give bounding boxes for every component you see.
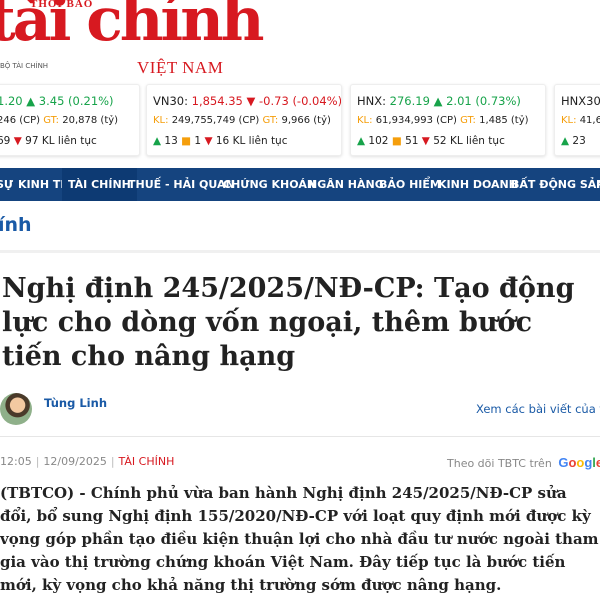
nav-item-thoi-su[interactable]: SỰ [0,168,13,201]
ticker-card-hnx30[interactable]: HNX30 KL: 41,69 ▲ 23 [554,84,600,156]
ticker-suffix: KL liên tục [449,135,505,147]
ticker-kl: 246 (CP) [0,115,41,126]
ticker-kl-label: KL: [357,115,373,126]
ticker-flat-count: 51 [405,135,419,147]
meta-separator: | [35,455,40,468]
arrow-up-icon: ▲ [561,135,570,147]
logo-ministry: BỘ TÀI CHÍNH [0,62,49,70]
ticker-up-count: 102 [368,135,389,147]
meta-separator: | [110,455,115,468]
ticker-name: HNX: [357,94,387,108]
arrow-up-icon: ▲ [153,135,162,147]
ticker-kl: 61,934,993 (CP) [375,115,457,126]
ticker-gt-label: GT: [262,115,279,126]
ticker-up-count: 13 [164,135,178,147]
nav-item-ngan-hang[interactable]: NGÂN HÀNG [308,168,384,201]
ticker-up-count: 23 [572,135,586,147]
ticker-down-count: 97 [25,135,39,147]
ticker-change: -0.73 (-0.04%) [259,94,342,108]
ticker-gt: 20,878 (tỷ) [62,115,119,126]
ticker-down-count: 16 [215,135,230,147]
arrow-down-icon: ▼ [421,135,430,147]
nav-item-thue-hai-quan[interactable]: THUẾ - HẢI QUAN [128,168,235,201]
ticker-name: VN30: [153,94,188,108]
logo-country: VIỆT NAM [137,58,224,77]
main-nav: SỰ KINH TẾ TÀI CHÍNH THUẾ - HẢI QUAN CHỨ… [0,168,600,201]
ticker-flat-count: 1 [194,135,202,147]
ticker-name: HNX30 [561,94,600,108]
nav-item-chung-khoan[interactable]: CHỨNG KHOÁN [223,168,316,201]
ticker-kl: 41,69 [579,115,600,126]
ticker-down-count: 52 [433,135,447,147]
ticker-gt-label: GT: [43,115,60,126]
ticker-flat-count: 69 [0,135,11,147]
google-logo: Google [558,455,600,470]
ticker-value: 1.20 [0,94,23,108]
market-ticker: 1.20 ▲ 3.45 (0.21%) 246 (CP) GT: 20,878 … [0,84,600,160]
ticker-value: 276.19 [389,94,430,108]
author-avatar[interactable] [0,393,32,425]
author-more-link[interactable]: Xem các bài viết của tá [476,402,600,416]
ticker-card-hnx[interactable]: HNX: 276.19 ▲ 2.01 (0.73%) KL: 61,934,99… [350,84,546,156]
ticker-gt-label: GT: [460,115,476,126]
divider [0,436,600,437]
article-headline: Nghị định 245/2025/NĐ-CP: Tạo động lực c… [2,273,575,372]
ticker-value: 1,854.35 [191,94,243,108]
arrow-up-icon: ▲ [357,135,366,147]
nav-item-tai-chinh[interactable]: TÀI CHÍNH [62,168,137,201]
ticker-kl-label: KL: [153,115,169,126]
logo-kicker: THỜI BÁO [30,0,94,10]
ticker-gt: 9,966 (tỷ) [281,115,331,126]
site-header: tài chính THỜI BÁO BỘ TÀI CHÍNH VIỆT NAM [0,0,600,84]
article-time: 12:05 [0,455,32,468]
nav-item-bao-hiem[interactable]: BẢO HIỂM [379,168,441,201]
ticker-gt: 1,485 (tỷ) [479,115,529,126]
ticker-card-vn30[interactable]: VN30: 1,854.35 ▼ -0.73 (-0.04%) KL: 249,… [146,84,342,156]
arrow-up-icon: ▲ [26,94,36,108]
nav-item-kinh-te[interactable]: KINH TẾ [18,168,68,201]
nav-item-kinh-doanh[interactable]: KINH DOANH [438,168,518,201]
nav-item-more[interactable]: P [596,168,600,201]
follow-text: Theo dõi TBTC trên [447,457,552,470]
article-lead: (TBTCO) - Chính phủ vừa ban hành Nghị đị… [0,484,599,594]
ticker-suffix: KL liên tục [41,135,97,147]
ticker-kl: 249,755,749 (CP) [171,115,260,126]
author-name[interactable]: Tùng Linh [44,396,107,410]
arrow-down-icon: ▼ [204,135,213,147]
category-title[interactable]: ính [0,214,32,236]
ticker-kl-label: KL: [561,115,577,126]
flat-square-icon: ■ [181,135,192,147]
arrow-down-icon: ▼ [13,135,22,147]
ticker-change: 2.01 (0.73%) [446,94,521,108]
ticker-card-vnindex[interactable]: 1.20 ▲ 3.45 (0.21%) 246 (CP) GT: 20,878 … [0,84,140,156]
nav-item-bat-dong-san[interactable]: BẤT ĐỘNG SẢN [511,168,600,201]
article-category-link[interactable]: TÀI CHÍNH [119,455,175,468]
ticker-change: 3.45 (0.21%) [38,94,114,108]
arrow-down-icon: ▼ [246,94,256,108]
follow-google-news[interactable]: Theo dõi TBTC trên Google [447,455,600,471]
ticker-suffix: KL liên tục [232,135,288,147]
article-meta: 12:05 | 12/09/2025 | TÀI CHÍNH [0,455,174,468]
divider [0,250,600,253]
article-date: 12/09/2025 [43,455,107,468]
flat-square-icon: ■ [391,135,402,147]
arrow-up-icon: ▲ [433,94,443,108]
